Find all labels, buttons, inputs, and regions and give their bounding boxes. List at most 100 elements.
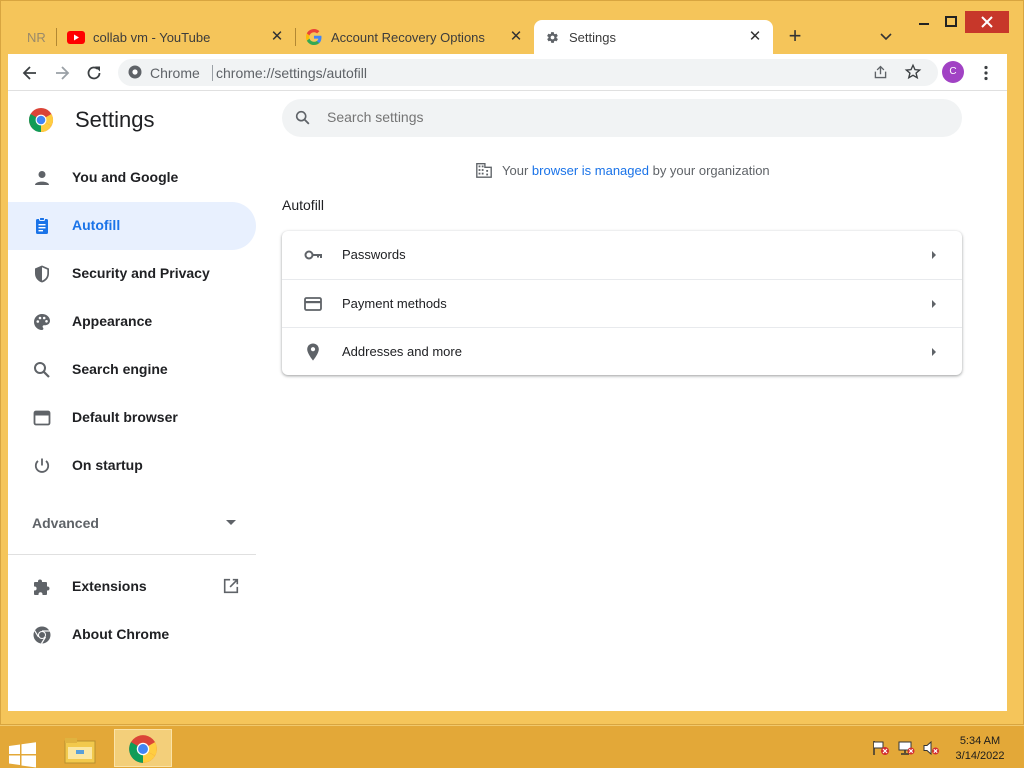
- sidebar-divider: [8, 554, 256, 555]
- sidebar-item-label: Search engine: [72, 361, 168, 377]
- windows-start-icon[interactable]: [8, 736, 38, 768]
- sidebar-item-label: Security and Privacy: [72, 265, 210, 281]
- omnibox-url[interactable]: chrome://settings/autofill: [216, 65, 367, 81]
- building-icon: [476, 163, 492, 178]
- browser-toolbar: Chrome chrome://settings/autofill C: [8, 54, 1007, 91]
- sidebar-item-you-and-google[interactable]: You and Google: [8, 154, 256, 202]
- minimize-icon[interactable]: [913, 11, 935, 33]
- credit-card-icon: [304, 297, 322, 311]
- row-label: Payment methods: [342, 296, 447, 311]
- sidebar-item-about-chrome[interactable]: About Chrome: [8, 611, 256, 659]
- tab-account-recovery[interactable]: Account Recovery Options ✕: [296, 20, 534, 54]
- clipboard-icon: [36, 217, 48, 234]
- shield-icon: [35, 265, 49, 283]
- passwords-row[interactable]: Passwords: [282, 231, 962, 279]
- arrow-right-icon: [932, 251, 936, 259]
- maximize-icon[interactable]: [939, 11, 963, 33]
- gear-icon: [547, 31, 558, 43]
- search-icon: [295, 110, 310, 125]
- settings-search-box[interactable]: [282, 99, 962, 137]
- tab-title: NR: [27, 29, 46, 45]
- tab-title: Settings: [569, 29, 616, 45]
- chevron-down-icon[interactable]: [226, 520, 236, 525]
- close-tab-icon[interactable]: ✕: [747, 29, 763, 45]
- addresses-row[interactable]: Addresses and more: [282, 327, 962, 375]
- managed-notice: Your browser is managed by your organiza…: [475, 161, 770, 179]
- tab-title: Account Recovery Options: [331, 29, 485, 45]
- palette-icon: [34, 314, 50, 330]
- sidebar-item-default-browser[interactable]: Default browser: [8, 394, 256, 442]
- person-icon: [35, 171, 49, 185]
- power-icon: [34, 458, 50, 473]
- reload-icon[interactable]: [84, 63, 104, 83]
- taskbar: 5:34 AM 3/14/2022: [0, 725, 1024, 768]
- chrome-logo-icon: [28, 108, 54, 132]
- chrome-icon: [33, 626, 51, 644]
- puzzle-piece-icon: [34, 579, 50, 595]
- clock-date: 3/14/2022: [955, 750, 1005, 762]
- key-icon: [304, 250, 322, 260]
- sidebar-item-label: Appearance: [72, 313, 153, 329]
- tab-title: collab vm - YouTube: [93, 29, 211, 45]
- arrow-right-icon: [932, 300, 936, 308]
- managed-browser-link[interactable]: browser is managed: [532, 163, 649, 178]
- sidebar-item-label: Extensions: [72, 578, 147, 594]
- volume-muted-icon[interactable]: [922, 740, 940, 756]
- browser-window: NR collab vm - YouTube ✕ Account Recover…: [0, 0, 1024, 725]
- section-title: Autofill: [282, 197, 325, 213]
- search-input[interactable]: [327, 109, 727, 125]
- tab-youtube[interactable]: collab vm - YouTube ✕: [57, 20, 295, 54]
- search-icon: [34, 362, 50, 378]
- sidebar-item-appearance[interactable]: Appearance: [8, 298, 256, 346]
- payment-methods-row[interactable]: Payment methods: [282, 279, 962, 327]
- network-icon[interactable]: [897, 740, 915, 756]
- sidebar-item-label: On startup: [72, 457, 143, 473]
- autofill-card: Passwords Payment methods Addresses and …: [282, 231, 962, 375]
- star-bookmark-icon[interactable]: [904, 63, 922, 81]
- back-arrow-icon[interactable]: [20, 63, 40, 83]
- close-tab-icon[interactable]: ✕: [508, 29, 524, 45]
- settings-page: Settings You and Google Autofill Securit…: [8, 91, 1007, 711]
- tab-settings[interactable]: Settings ✕: [534, 20, 773, 54]
- sidebar-item-search-engine[interactable]: Search engine: [8, 346, 256, 394]
- managed-notice-prefix: Your: [502, 162, 529, 178]
- location-pin-icon: [307, 343, 319, 361]
- arrow-right-icon: [932, 348, 936, 356]
- row-label: Addresses and more: [342, 344, 462, 359]
- clock-time: 5:34 AM: [959, 735, 1001, 747]
- forward-arrow-icon[interactable]: [52, 63, 72, 83]
- managed-notice-suffix: by your organization: [652, 162, 770, 178]
- close-window-icon[interactable]: [965, 11, 1009, 33]
- page-title: Settings: [75, 107, 155, 132]
- new-tab-button[interactable]: +: [785, 25, 805, 47]
- profile-avatar[interactable]: C: [942, 61, 964, 83]
- share-icon[interactable]: [872, 64, 889, 81]
- open-in-new-icon: [223, 578, 239, 594]
- row-label: Passwords: [342, 247, 406, 262]
- system-clock[interactable]: 5:34 AM 3/14/2022: [950, 734, 1010, 764]
- chrome-site-icon: [128, 65, 142, 79]
- sidebar-item-label: Autofill: [72, 217, 121, 233]
- chrome-logo-icon: [129, 735, 157, 763]
- file-explorer-icon[interactable]: [63, 732, 97, 768]
- address-bar[interactable]: Chrome chrome://settings/autofill: [118, 59, 938, 86]
- close-tab-icon[interactable]: ✕: [269, 29, 285, 45]
- omnibox-scheme-label: Chrome: [150, 65, 200, 81]
- tab-strip: NR collab vm - YouTube ✕ Account Recover…: [1, 1, 1024, 55]
- sidebar-item-on-startup[interactable]: On startup: [8, 442, 256, 490]
- chevron-down-icon[interactable]: [877, 27, 895, 45]
- tab-nr[interactable]: NR: [19, 20, 55, 54]
- sidebar-item-autofill[interactable]: Autofill: [8, 202, 256, 250]
- youtube-icon: [67, 30, 85, 44]
- browser-window-icon: [33, 410, 51, 426]
- chrome-taskbar-button[interactable]: [114, 729, 172, 767]
- sidebar-item-extensions[interactable]: Extensions: [8, 563, 256, 611]
- action-center-flag-icon[interactable]: [872, 740, 890, 756]
- google-icon: [306, 29, 322, 45]
- advanced-section-toggle[interactable]: Advanced: [32, 515, 99, 531]
- sidebar-item-label: About Chrome: [72, 626, 170, 642]
- sidebar-item-label: Default browser: [72, 409, 178, 425]
- sidebar-item-security[interactable]: Security and Privacy: [8, 250, 256, 298]
- more-vert-icon[interactable]: [976, 63, 996, 83]
- omnibox-divider: [212, 65, 213, 81]
